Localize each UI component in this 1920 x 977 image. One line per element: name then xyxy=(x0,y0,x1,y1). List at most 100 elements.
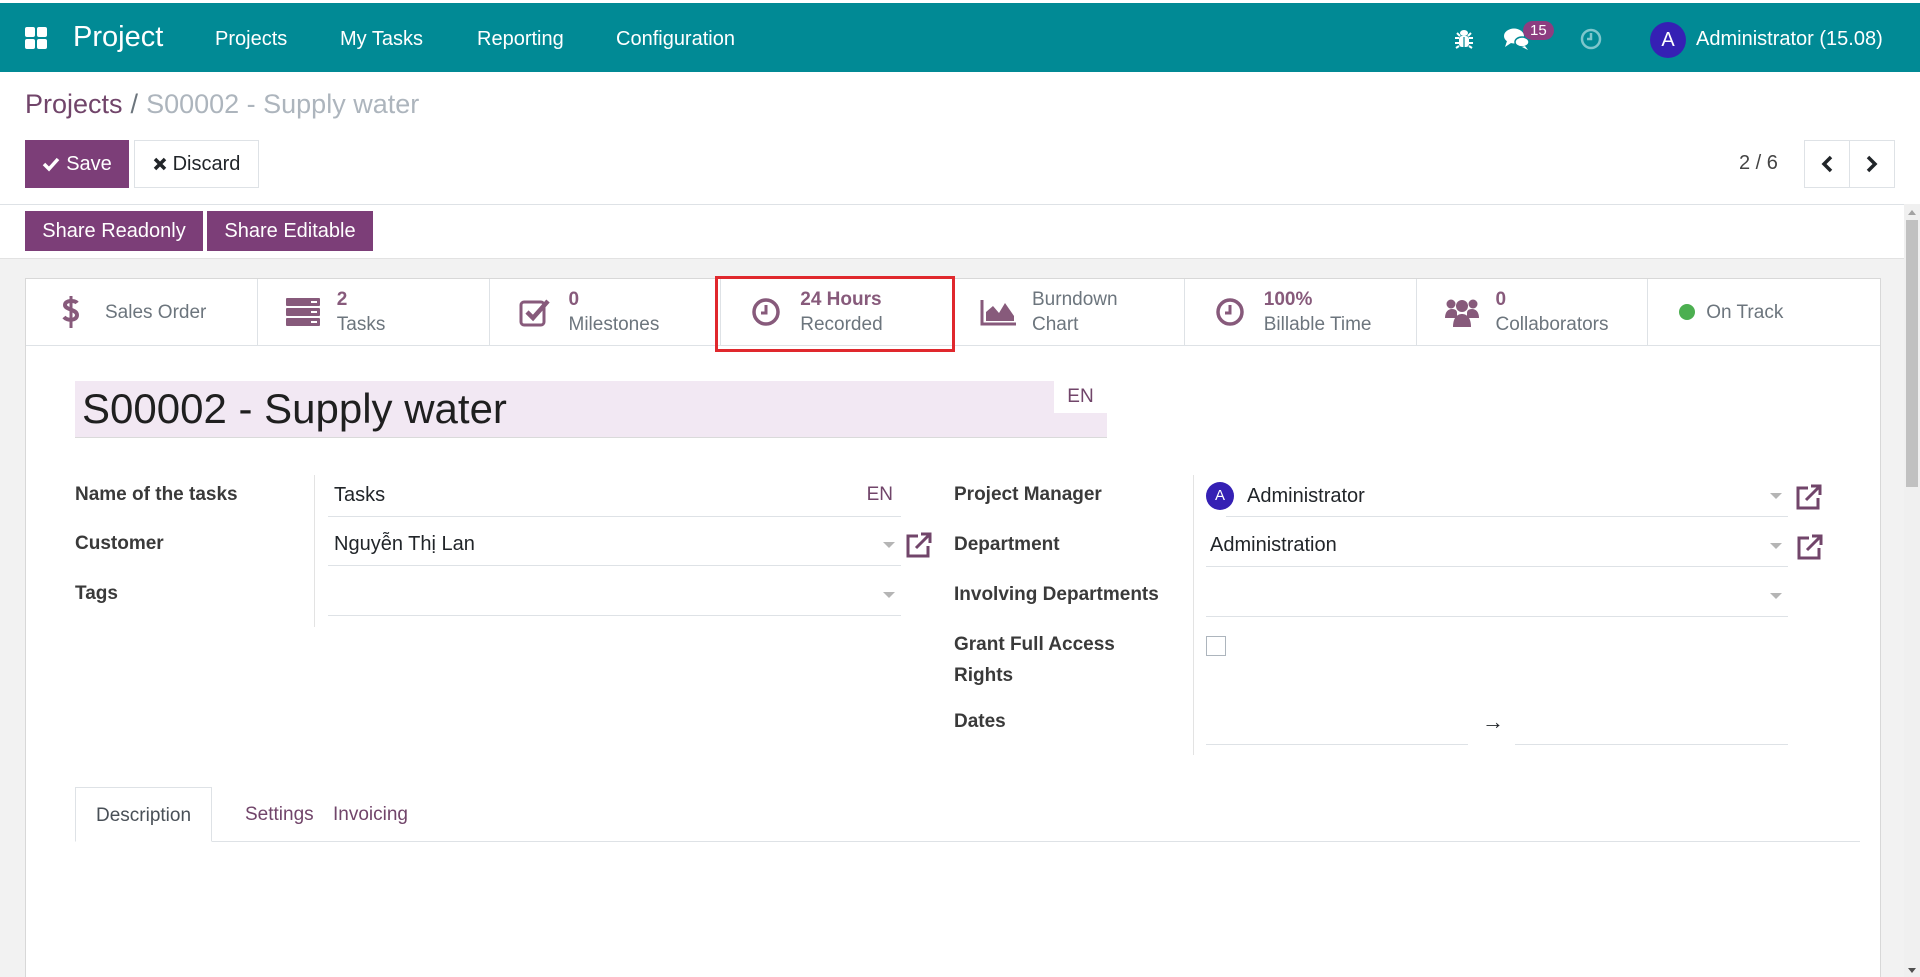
dates-label: Dates xyxy=(954,711,1006,732)
user-avatar[interactable]: A xyxy=(1650,22,1686,58)
share-readonly-button[interactable]: Share Readonly xyxy=(25,211,203,251)
smart-button-value: 2 xyxy=(336,289,348,310)
smart-button-collaborators[interactable]: 0 Collaborators xyxy=(1417,279,1649,345)
tags-input[interactable] xyxy=(328,574,901,616)
activity-clock-icon[interactable] xyxy=(1580,28,1602,55)
page-scrollbar[interactable] xyxy=(1904,204,1920,977)
smart-button-sales-order[interactable]: Sales Order xyxy=(26,279,258,345)
scroll-thumb[interactable] xyxy=(1906,220,1918,487)
right-group-separator xyxy=(1193,475,1194,755)
smart-button-value: 0 xyxy=(568,289,580,310)
smart-button-hours-recorded[interactable]: 24 Hours Recorded xyxy=(715,276,956,352)
breadcrumb-separator: / xyxy=(130,89,139,119)
name-of-tasks-label: Name of the tasks xyxy=(75,484,238,505)
chevron-down-icon[interactable] xyxy=(883,592,895,598)
chevron-left-icon xyxy=(1821,155,1833,173)
date-start-input[interactable] xyxy=(1206,703,1468,745)
customer-value: Nguyễn Thị Lan xyxy=(334,533,475,555)
breadcrumb: Projects / S00002 - Supply water xyxy=(25,89,419,120)
dollar-icon xyxy=(51,294,91,330)
smart-button-label: Burndown xyxy=(1032,289,1118,310)
discard-label: Discard xyxy=(172,152,241,175)
chevron-down-icon[interactable] xyxy=(883,542,895,548)
tasks-language-button[interactable]: EN xyxy=(867,484,893,506)
project-manager-value: Administrator xyxy=(1247,484,1365,507)
breadcrumb-projects-link[interactable]: Projects xyxy=(25,89,123,119)
grant-full-access-checkbox[interactable] xyxy=(1206,636,1226,656)
clock-icon xyxy=(1210,297,1250,327)
user-menu[interactable]: Administrator (15.08) xyxy=(1696,28,1883,51)
project-manager-label: Project Manager xyxy=(954,484,1102,505)
checkbox-icon xyxy=(515,297,555,327)
discard-button[interactable]: Discard xyxy=(134,140,259,188)
project-name-input[interactable]: S00002 - Supply water EN xyxy=(75,381,1107,438)
smart-buttons-bar: Sales Order 2 Tasks 0 Milestones 24 Hours R… xyxy=(26,276,1880,352)
bug-icon[interactable] xyxy=(1454,28,1474,55)
top-navbar: Project Projects My Tasks Reporting Conf… xyxy=(0,3,1920,72)
menu-configuration[interactable]: Configuration xyxy=(616,28,735,51)
title-language-button[interactable]: EN xyxy=(1054,381,1107,413)
smart-button-label: Tasks xyxy=(336,314,386,335)
tasks-icon xyxy=(283,298,323,326)
smart-button-label: Chart xyxy=(1032,314,1079,335)
smart-button-burndown-chart[interactable]: Burndown Chart xyxy=(953,279,1185,345)
menu-my-tasks[interactable]: My Tasks xyxy=(340,28,423,51)
scroll-down-arrow-icon[interactable] xyxy=(1908,968,1916,973)
project-manager-avatar: A xyxy=(1206,482,1234,510)
control-panel-divider xyxy=(0,204,1904,205)
app-name[interactable]: Project xyxy=(73,21,163,54)
project-manager-external-link-icon[interactable] xyxy=(1794,484,1822,515)
smart-button-label: Sales Order xyxy=(105,301,207,323)
close-icon xyxy=(153,157,166,171)
chevron-down-icon[interactable] xyxy=(1770,493,1782,499)
name-of-tasks-input[interactable]: Tasks EN xyxy=(328,475,901,517)
share-editable-button[interactable]: Share Editable xyxy=(207,211,373,251)
project-name-value: S00002 - Supply water xyxy=(82,385,507,432)
save-button[interactable]: Save xyxy=(25,140,129,188)
chevron-right-icon xyxy=(1866,155,1878,173)
check-icon xyxy=(42,157,60,172)
app-menu-icon[interactable] xyxy=(25,27,47,49)
tags-label: Tags xyxy=(75,583,118,604)
save-label: Save xyxy=(66,152,112,175)
breadcrumb-current: S00002 - Supply water xyxy=(146,89,420,119)
users-icon xyxy=(1442,296,1482,328)
customer-external-link-icon[interactable] xyxy=(904,532,932,563)
scroll-up-arrow-icon[interactable] xyxy=(1908,210,1916,215)
smart-button-value: 24 Hours xyxy=(800,289,882,310)
chevron-down-icon[interactable] xyxy=(1770,543,1782,549)
smart-button-status[interactable]: On Track xyxy=(1648,279,1880,345)
tab-description[interactable]: Description xyxy=(75,787,213,842)
smart-button-value: 0 xyxy=(1495,289,1507,310)
involving-departments-input[interactable] xyxy=(1206,575,1788,617)
smart-button-tasks[interactable]: 2 Tasks xyxy=(258,279,490,345)
department-value: Administration xyxy=(1210,534,1337,556)
customer-label: Customer xyxy=(75,533,164,554)
pager-next-button[interactable] xyxy=(1849,140,1895,188)
left-group-separator xyxy=(314,475,315,627)
smart-button-label: Billable Time xyxy=(1263,314,1372,335)
pager-previous-button[interactable] xyxy=(1804,140,1850,188)
form-sheet: Sales Order 2 Tasks 0 Milestones 24 Hours R… xyxy=(25,276,1881,977)
chevron-down-icon[interactable] xyxy=(1770,593,1782,599)
status-dot-icon xyxy=(1678,303,1696,321)
area-chart-icon xyxy=(978,297,1018,327)
name-of-tasks-value: Tasks xyxy=(334,484,386,506)
smart-button-label: Recorded xyxy=(800,314,883,335)
menu-projects[interactable]: Projects xyxy=(215,28,287,51)
pager-value: 2 / 6 xyxy=(1739,152,1778,174)
messages-count-badge: 15 xyxy=(1523,21,1554,40)
smart-button-milestones[interactable]: 0 Milestones xyxy=(490,279,722,345)
department-external-link-icon[interactable] xyxy=(1795,534,1823,565)
department-label: Department xyxy=(954,534,1060,555)
smart-button-value: 100% xyxy=(1263,289,1313,310)
smart-button-label: Collaborators xyxy=(1495,314,1609,335)
date-end-input[interactable] xyxy=(1515,703,1788,745)
department-input[interactable]: Administration xyxy=(1206,525,1788,567)
customer-input[interactable]: Nguyễn Thị Lan xyxy=(328,524,901,566)
menu-reporting[interactable]: Reporting xyxy=(477,28,564,51)
smart-button-billable-time[interactable]: 100% Billable Time xyxy=(1185,279,1417,345)
project-manager-input[interactable]: A Administrator xyxy=(1206,475,1788,517)
involving-departments-label: Involving Departments xyxy=(954,584,1159,605)
tab-invoicing[interactable]: Invoicing xyxy=(313,787,428,842)
